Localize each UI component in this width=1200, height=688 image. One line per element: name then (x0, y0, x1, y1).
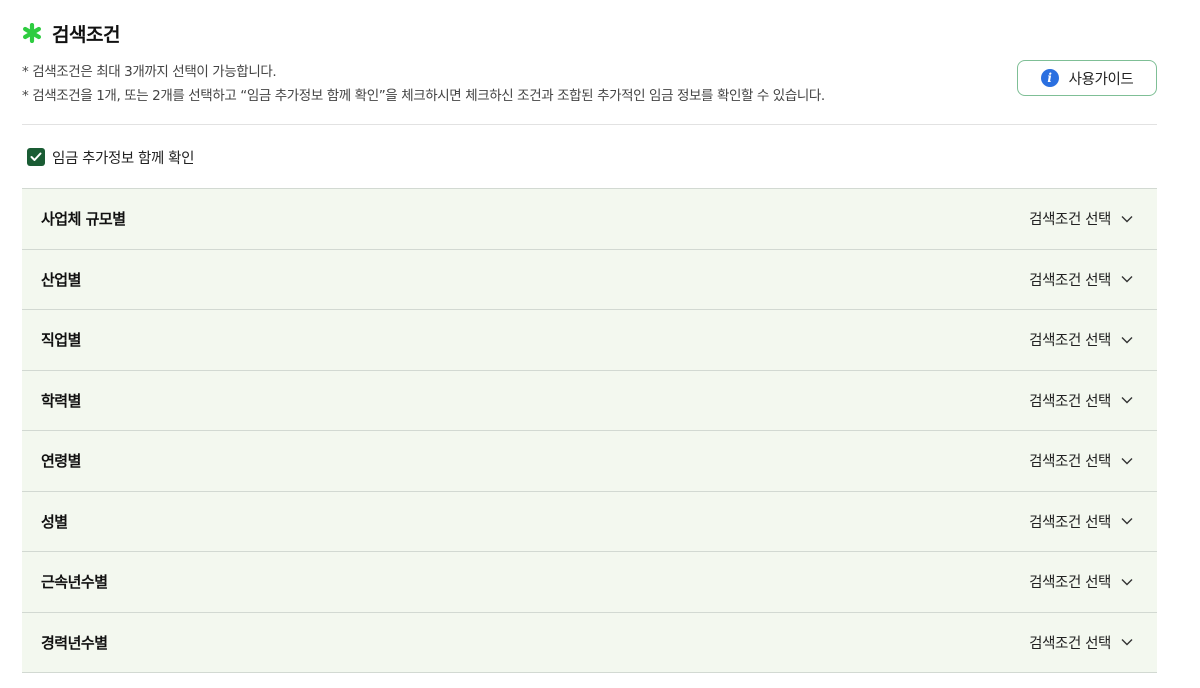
condition-label: 직업별 (41, 331, 81, 350)
condition-row-tenure[interactable]: 근속년수별 검색조건 선택 (22, 552, 1157, 613)
condition-select[interactable]: 검색조건 선택 (1029, 269, 1133, 290)
condition-row-career[interactable]: 경력년수별 검색조건 선택 (22, 612, 1157, 673)
condition-select[interactable]: 검색조건 선택 (1029, 450, 1133, 471)
chevron-down-icon (1121, 518, 1133, 525)
condition-select[interactable]: 검색조건 선택 (1029, 329, 1133, 350)
condition-select[interactable]: 검색조건 선택 (1029, 390, 1133, 411)
chevron-down-icon (1121, 457, 1133, 465)
note-line: * 검색조건을 1개, 또는 2개를 선택하고 “임금 추가정보 함께 확인”을… (22, 88, 825, 104)
condition-select-label: 검색조건 선택 (1029, 393, 1111, 410)
extra-info-checkbox[interactable] (27, 148, 45, 166)
condition-row-company-size[interactable]: 사업체 규모별 검색조건 선택 (22, 189, 1157, 250)
condition-row-age[interactable]: 연령별 검색조건 선택 (22, 431, 1157, 492)
condition-select-label: 검색조건 선택 (1029, 272, 1111, 289)
chevron-down-icon (1121, 639, 1133, 646)
condition-select[interactable]: 검색조건 선택 (1029, 511, 1133, 532)
title-row: 검색조건 (22, 18, 120, 48)
condition-label: 근속년수별 (41, 573, 108, 592)
condition-select[interactable]: 검색조건 선택 (1029, 571, 1133, 592)
condition-select-label: 검색조건 선택 (1029, 575, 1111, 592)
divider (22, 124, 1157, 125)
condition-label: 산업별 (41, 270, 81, 289)
condition-label: 경력년수별 (41, 633, 108, 652)
condition-select[interactable]: 검색조건 선택 (1029, 208, 1133, 229)
page-title: 검색조건 (52, 23, 120, 46)
info-icon: i (1040, 69, 1059, 87)
condition-select-label: 검색조건 선택 (1029, 454, 1111, 471)
user-guide-label: 사용가이드 (1068, 71, 1134, 88)
chevron-down-icon (1121, 336, 1133, 344)
condition-select[interactable]: 검색조건 선택 (1029, 632, 1133, 653)
note-line: * 검색조건은 최대 3개까지 선택이 가능합니다. (22, 64, 277, 80)
extra-info-checkbox-label: 임금 추가정보 함께 확인 (52, 150, 195, 167)
condition-select-label: 검색조건 선택 (1029, 514, 1111, 531)
condition-select-label: 검색조건 선택 (1029, 212, 1111, 229)
condition-label: 학력별 (41, 391, 81, 410)
condition-label: 연령별 (41, 452, 81, 471)
chevron-down-icon (1121, 276, 1133, 283)
chevron-down-icon (1121, 215, 1133, 223)
conditions-accordion: 사업체 규모별 검색조건 선택 산업별 검색조건 선택 직업별 검색조건 선택 … (22, 188, 1157, 673)
extra-info-checkbox-row[interactable]: 임금 추가정보 함께 확인 (27, 146, 194, 168)
checkmark-icon (30, 152, 42, 161)
condition-row-education[interactable]: 학력별 검색조건 선택 (22, 370, 1157, 431)
condition-row-gender[interactable]: 성별 검색조건 선택 (22, 491, 1157, 552)
condition-select-label: 검색조건 선택 (1029, 635, 1111, 652)
asterisk-icon (22, 22, 42, 44)
condition-label: 사업체 규모별 (41, 210, 126, 229)
chevron-down-icon (1121, 578, 1133, 586)
chevron-down-icon (1121, 397, 1133, 404)
notes: * 검색조건은 최대 3개까지 선택이 가능합니다. * 검색조건을 1개, 또… (22, 60, 825, 108)
condition-select-label: 검색조건 선택 (1029, 333, 1111, 350)
condition-label: 성별 (41, 512, 68, 531)
condition-row-occupation[interactable]: 직업별 검색조건 선택 (22, 310, 1157, 371)
user-guide-button[interactable]: i 사용가이드 (1017, 60, 1157, 96)
condition-row-industry[interactable]: 산업별 검색조건 선택 (22, 249, 1157, 310)
